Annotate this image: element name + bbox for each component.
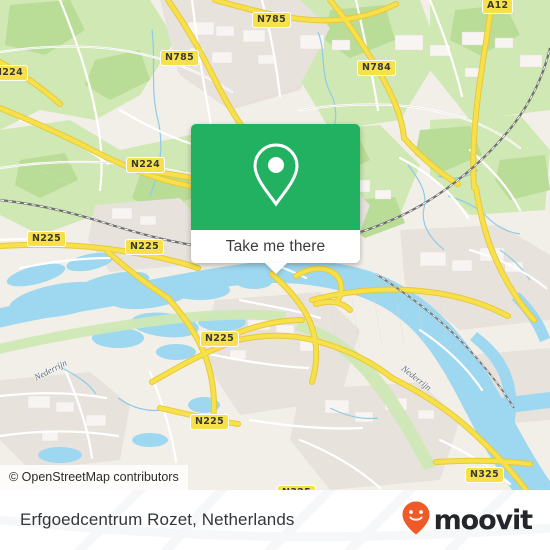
road-shield: A12 (482, 0, 514, 14)
road-shield: N225 (190, 414, 229, 430)
map-area[interactable]: N785 A12 N785 N784 N224 N224 N225 N225 N… (0, 0, 550, 490)
footer-bar: Erfgoedcentrum Rozet, Netherlands moovit (0, 490, 550, 550)
road-shield: N225 (27, 231, 66, 247)
moovit-wordmark: moovit (433, 504, 534, 536)
moovit-pin-smiley-icon (402, 501, 430, 540)
poi-callout-card[interactable]: Take me there (191, 124, 360, 274)
callout-pointer (264, 263, 287, 274)
road-shield: N784 (357, 60, 396, 76)
footer-content: Erfgoedcentrum Rozet, Netherlands moovit (0, 490, 550, 550)
road-shield: N785 (252, 12, 291, 28)
road-shield: N325 (465, 467, 504, 483)
road-shield: N225 (125, 239, 164, 255)
road-shield: N224 (0, 65, 28, 81)
map-share-card: N785 A12 N785 N784 N224 N224 N225 N225 N… (0, 0, 550, 550)
map-pin-icon (249, 142, 303, 213)
page-title: Erfgoedcentrum Rozet, Netherlands (20, 510, 295, 529)
take-me-there-label: Take me there (225, 237, 326, 255)
moovit-logo[interactable]: moovit (402, 501, 534, 540)
poi-card-action[interactable]: Take me there (191, 230, 360, 274)
road-shield: N785 (160, 50, 199, 66)
road-shield: N224 (126, 157, 165, 173)
osm-attribution[interactable]: © OpenStreetMap contributors (0, 465, 188, 490)
poi-card-header (191, 124, 360, 230)
road-shield: N225 (200, 331, 239, 347)
